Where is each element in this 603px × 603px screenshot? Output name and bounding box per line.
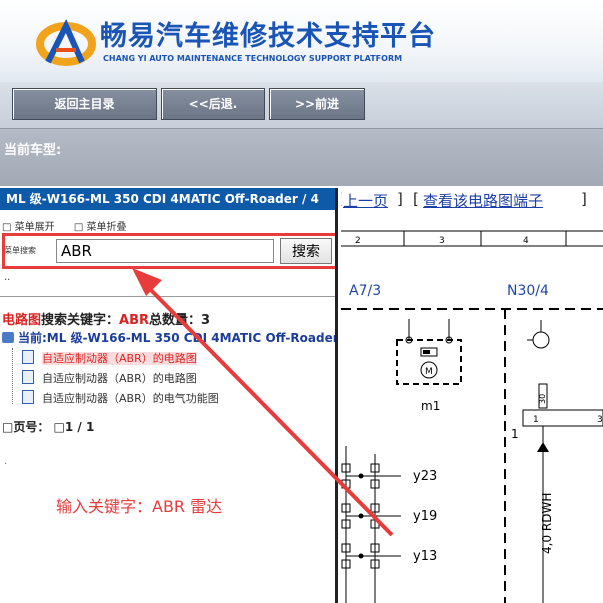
pin-label: 1 xyxy=(533,415,539,425)
result-keyword: ABR xyxy=(119,313,150,328)
dots-text: .. xyxy=(4,272,11,283)
bracket-close: ] xyxy=(397,190,403,208)
page-title: 畅易汽车维修技术支持平台 xyxy=(100,21,436,52)
wire-label: 4,0 RDWH xyxy=(540,493,554,554)
pin-label: 30 xyxy=(538,394,547,404)
logo-icon xyxy=(36,18,96,66)
list-item[interactable]: 自适应制动器（ABR）的电路图 xyxy=(22,350,197,366)
nav-bar: 返回主目录 <<后退. >>前进 xyxy=(0,82,603,128)
tree-line xyxy=(12,348,13,404)
folder-icon xyxy=(2,332,14,343)
model-title[interactable]: ML 级-W166-ML 350 CDI 4MATIC Off-Roader /… xyxy=(0,188,335,210)
menu-expand-label: 菜单展开 xyxy=(14,222,55,233)
small-mark: . xyxy=(4,456,8,467)
menu-expand-toggle[interactable]: □ 菜单展开 xyxy=(2,222,63,233)
document-icon xyxy=(22,370,34,384)
list-item[interactable]: 自适应制动器（ABR）的电气功能图 xyxy=(22,390,219,406)
forward-button[interactable]: >>前进 xyxy=(269,88,365,120)
right-panel: [ 上一页 ] [ 查看该电路图端子 ] 2 3 4 A7/3 N30/4 M … xyxy=(341,188,603,603)
result-keyword-label: 搜索关键字： xyxy=(41,313,120,328)
column-number: 4 xyxy=(523,236,529,246)
bracket-close: ] xyxy=(581,190,587,208)
menu-toggles: □ 菜单展开 □ 菜单折叠 xyxy=(2,218,142,233)
valve-label: y13 xyxy=(413,549,437,564)
component-label: N30/4 xyxy=(507,283,549,299)
document-icon xyxy=(22,390,34,404)
left-panel: ML 级-W166-ML 350 CDI 4MATIC Off-Roader /… xyxy=(0,188,338,603)
search-highlight-box xyxy=(2,233,335,269)
valve-label: y23 xyxy=(413,469,437,484)
bracket-open: [ xyxy=(413,190,419,208)
result-header: 电路图搜索关键字：ABR总数量：3 xyxy=(2,309,210,328)
current-model-row[interactable]: 当前:ML 级-W166-ML 350 CDI 4MATIC Off-Roade… xyxy=(2,329,338,346)
pager-value: 1 / 1 xyxy=(64,420,95,434)
svg-text:M: M xyxy=(425,367,433,377)
prev-page-link[interactable]: 上一页 xyxy=(343,190,388,211)
result-type[interactable]: 电路图 xyxy=(2,313,41,328)
component-label: A7/3 xyxy=(349,283,381,299)
pager-label: 页号： xyxy=(13,420,50,434)
list-item[interactable]: 自适应制动器（ABR）的电路图 xyxy=(22,370,197,386)
list-item-label: 自适应制动器（ABR）的电路图 xyxy=(42,372,197,385)
pin-label: 1 xyxy=(511,427,519,441)
back-button[interactable]: <<后退. xyxy=(161,88,265,120)
document-icon xyxy=(22,350,34,364)
pager: □页号： □1 / 1 xyxy=(2,420,95,434)
menu-collapse-toggle[interactable]: □ 菜单折叠 xyxy=(74,222,135,233)
list-item-label: 自适应制动器（ABR）的电气功能图 xyxy=(42,392,219,405)
result-count: 总数量：3 xyxy=(149,313,211,328)
header: 畅易汽车维修技术支持平台 CHANG YI AUTO MAINTENANCE T… xyxy=(0,0,603,82)
current-car-label: 当前车型: xyxy=(4,143,62,158)
view-terminals-link[interactable]: 查看该电路图端子 xyxy=(423,190,543,211)
menu-collapse-label: 菜单折叠 xyxy=(86,222,127,233)
current-car-bar: 当前车型: xyxy=(0,128,603,186)
home-button[interactable]: 返回主目录 xyxy=(12,88,157,120)
annotation-text: 输入关键字：ABR 雷达 xyxy=(56,497,223,516)
circuit-diagram: 2 3 4 A7/3 N30/4 M m1 30 1 3 1 4,0 RDWH xyxy=(341,230,603,603)
page-subtitle: CHANG YI AUTO MAINTENANCE TECHNOLOGY SUP… xyxy=(103,54,403,63)
list-item-label: 自适应制动器（ABR）的电路图 xyxy=(42,352,197,365)
valve-label: y19 xyxy=(413,509,437,524)
column-number: 2 xyxy=(355,236,361,246)
column-number: 3 xyxy=(439,236,445,246)
pin-label: 3 xyxy=(597,415,603,425)
current-model-label: 当前:ML 级-W166-ML 350 CDI 4MATIC Off-Roade… xyxy=(18,331,338,345)
divider xyxy=(0,296,335,297)
motor-label: m1 xyxy=(421,399,440,413)
